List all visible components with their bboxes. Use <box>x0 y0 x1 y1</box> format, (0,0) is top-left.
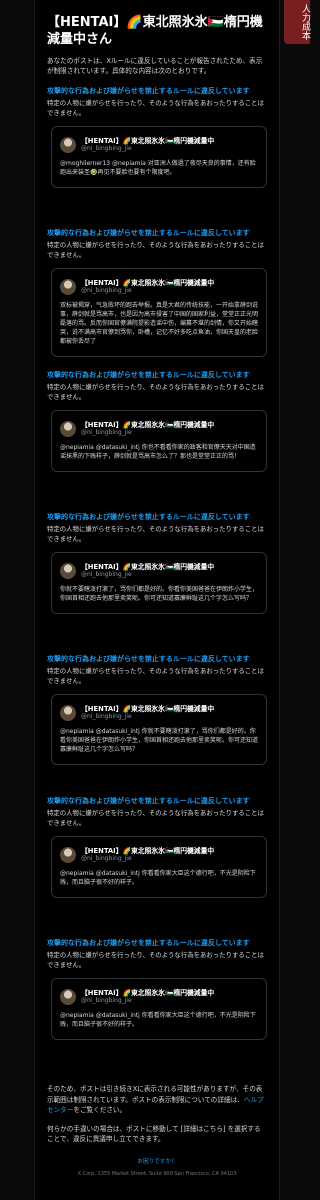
post-header: 【HENTAI】🌈東北照氷氷🇵🇸楕円機減量中 @ni_bingbing_jie <box>60 989 258 1005</box>
violation-section: 攻撃的な行為および嫌がらせを禁止するルールに違反しています 特定の人物に嫌がらせ… <box>47 86 267 228</box>
violation-list: 攻撃的な行為および嫌がらせを禁止するルールに違反しています 特定の人物に嫌がらせ… <box>47 86 267 1080</box>
company-address: X Corp. 1355 Market Street, Suite 900 Sa… <box>77 1170 237 1177</box>
author-name: 【HENTAI】🌈東北照氷氷🇵🇸楕円機減量中 <box>81 705 215 713</box>
rule-title: 攻撃的な行為および嫌がらせを禁止するルールに違反しています <box>47 229 250 237</box>
author-handle: @ni_bingbing_jie <box>81 713 132 720</box>
reported-post[interactable]: 【HENTAI】🌈東北照氷氷🇵🇸楕円機減量中 @ni_bingbing_jie … <box>51 836 267 898</box>
avatar <box>60 279 76 295</box>
author-name: 【HENTAI】🌈東北照氷氷🇵🇸楕円機減量中 <box>81 847 215 855</box>
avatar <box>60 421 76 437</box>
post-text: @moghilerner13 @nepiamia 对亚洲人做過了夜尽天良的事情，… <box>60 160 256 176</box>
author-name: 【HENTAI】🌈東北照氷氷🇵🇸楕円機減量中 <box>81 279 215 287</box>
reported-post[interactable]: 【HENTAI】🌈東北照氷氷🇵🇸楕円機減量中 @ni_bingbing_jie … <box>51 268 267 357</box>
author-name: 【HENTAI】🌈東北照氷氷🇵🇸楕円機減量中 <box>81 421 215 429</box>
outro-paragraph-1: そのため、ポストは引き続きXに表示される可能性がありますが、その表示範囲は制限さ… <box>47 1085 264 1114</box>
post-text: @nepiamia @datasuki_intj 你看看你家大臣这个德行吧，不光… <box>60 1012 256 1028</box>
author-handle: @ni_bingbing_jie <box>81 429 132 436</box>
post-header: 【HENTAI】🌈東北照氷氷🇵🇸楕円機減量中 @ni_bingbing_jie <box>60 847 258 863</box>
author-name: 【HENTAI】🌈東北照氷氷🇵🇸楕円機減量中 <box>81 563 215 571</box>
help-link[interactable]: お困りですか？ <box>47 1157 267 1165</box>
reported-post[interactable]: 【HENTAI】🌈東北照氷氷🇵🇸楕円機減量中 @ni_bingbing_jie … <box>51 978 267 1040</box>
rule-title: 攻撃的な行為および嫌がらせを禁止するルールに違反しています <box>47 371 250 379</box>
rule-description: 特定の人物に嫌がらせを行ったり、そのような行為をあおったりすることはできません。 <box>47 667 264 685</box>
rule-description: 特定の人物に嫌がらせを行ったり、そのような行為をあおったりすることはできません。 <box>47 525 264 543</box>
author-name: 【HENTAI】🌈東北照氷氷🇵🇸楕円機減量中 <box>81 989 215 997</box>
reported-post[interactable]: 【HENTAI】🌈東北照氷氷🇵🇸楕円機減量中 @ni_bingbing_jie … <box>51 126 267 188</box>
post-header: 【HENTAI】🌈東北照氷氷🇵🇸楕円機減量中 @ni_bingbing_jie <box>60 705 258 721</box>
author-handle: @ni_bingbing_jie <box>81 145 132 152</box>
rule-title: 攻撃的な行為および嫌がらせを禁止するルールに違反しています <box>47 87 250 95</box>
avatar <box>60 847 76 863</box>
avatar <box>60 705 76 721</box>
rule-description: 特定の人物に嫌がらせを行ったり、そのような行為をあおったりすることはできません。 <box>47 951 264 969</box>
rule-title: 攻撃的な行為および嫌がらせを禁止するルールに違反しています <box>47 939 250 947</box>
side-tab[interactable]: 人力成本 <box>284 0 310 44</box>
post-text: @nepiamia @datasuki_intj 你看看你家大臣这个德行吧，不光… <box>60 870 256 886</box>
author-name: 【HENTAI】🌈東北照氷氷🇵🇸楕円機減量中 <box>81 137 215 145</box>
outro: そのため、ポストは引き続きXに表示される可能性がありますが、その表示範囲は制限さ… <box>47 1084 267 1145</box>
rule-description: 特定の人物に嫌がらせを行ったり、そのような行為をあおったりすることはできません。 <box>47 809 264 827</box>
author-handle: @ni_bingbing_jie <box>81 287 132 294</box>
avatar <box>60 563 76 579</box>
post-header: 【HENTAI】🌈東北照氷氷🇵🇸楕円機減量中 @ni_bingbing_jie <box>60 421 258 437</box>
violation-section: 攻撃的な行為および嫌がらせを禁止するルールに違反しています 特定の人物に嫌がらせ… <box>47 512 267 654</box>
page-title: 【HENTAI】🌈東北照氷氷🇵🇸楕円機減量中さん <box>47 15 263 47</box>
rule-description: 特定の人物に嫌がらせを行ったり、そのような行為をあおったりすることはできません。 <box>47 99 264 117</box>
author-handle: @ni_bingbing_jie <box>81 571 132 578</box>
rule-title: 攻撃的な行為および嫌がらせを禁止するルールに違反しています <box>47 655 250 663</box>
violation-section: 攻撃的な行為および嫌がらせを禁止するルールに違反しています 特定の人物に嫌がらせ… <box>47 370 267 512</box>
post-text: 双标被揭穿，气急败坏的跑去举报。真是大君的传统技能，一开始拿薛剑说事，薛剑就是骂… <box>60 302 259 345</box>
rule-description: 特定の人物に嫌がらせを行ったり、そのような行為をあおったりすることはできません。 <box>47 383 264 401</box>
author-handle: @ni_bingbing_jie <box>81 855 132 862</box>
violation-section: 攻撃的な行為および嫌がらせを禁止するルールに違反しています 特定の人物に嫌がらせ… <box>47 796 267 938</box>
violation-section: 攻撃的な行為および嫌がらせを禁止するルールに違反しています 特定の人物に嫌がらせ… <box>47 654 267 796</box>
violation-section: 攻撃的な行為および嫌がらせを禁止するルールに違反しています 特定の人物に嫌がらせ… <box>47 228 267 370</box>
violation-section: 攻撃的な行為および嫌がらせを禁止するルールに違反しています 特定の人物に嫌がらせ… <box>47 938 267 1080</box>
author-handle: @ni_bingbing_jie <box>81 997 132 1004</box>
reported-post[interactable]: 【HENTAI】🌈東北照氷氷🇵🇸楕円機減量中 @ni_bingbing_jie … <box>51 410 267 472</box>
post-header: 【HENTAI】🌈東北照氷氷🇵🇸楕円機減量中 @ni_bingbing_jie <box>60 563 258 579</box>
post-text: @nepiamia @datasuki_intj 你也不看看你家的政客和官僚天天… <box>60 444 256 460</box>
post-header: 【HENTAI】🌈東北照氷氷🇵🇸楕円機減量中 @ni_bingbing_jie <box>60 137 258 153</box>
post-header: 【HENTAI】🌈東北照氷氷🇵🇸楕円機減量中 @ni_bingbing_jie <box>60 279 258 295</box>
notice-card: 【HENTAI】🌈東北照氷氷🇵🇸楕円機減量中さん あなたのポストは、Xルールに違… <box>34 0 280 1200</box>
avatar <box>60 137 76 153</box>
avatar <box>60 989 76 1005</box>
post-text: 你就不要瞎泼打滚了，骂你们都是好的。你看你美国爸爸在伊朗炸小学生，你国首相还跑去… <box>60 586 259 602</box>
reported-post[interactable]: 【HENTAI】🌈東北照氷氷🇵🇸楕円機減量中 @ni_bingbing_jie … <box>51 694 267 765</box>
rule-title: 攻撃的な行為および嫌がらせを禁止するルールに違反しています <box>47 513 250 521</box>
rule-title: 攻撃的な行為および嫌がらせを禁止するルールに違反しています <box>47 797 250 805</box>
intro-text: あなたのポストは、Xルールに違反していることが報告されたため、表示が制限されてい… <box>47 57 263 75</box>
rule-description: 特定の人物に嫌がらせを行ったり、そのような行為をあおったりすることはできません。 <box>47 241 264 259</box>
reported-post[interactable]: 【HENTAI】🌈東北照氷氷🇵🇸楕円機減量中 @ni_bingbing_jie … <box>51 552 267 614</box>
outro-paragraph-2: 何らかの手違いの場合は、ポストに移動して [詳細はこちら] を選択することで、違… <box>47 1124 261 1144</box>
footer: お困りですか？ X Corp. 1355 Market Street, Suit… <box>47 1157 267 1177</box>
post-text: @nepiamia @datasuki_intj 你就不要瞎泼打滚了，骂你们都是… <box>60 728 259 753</box>
